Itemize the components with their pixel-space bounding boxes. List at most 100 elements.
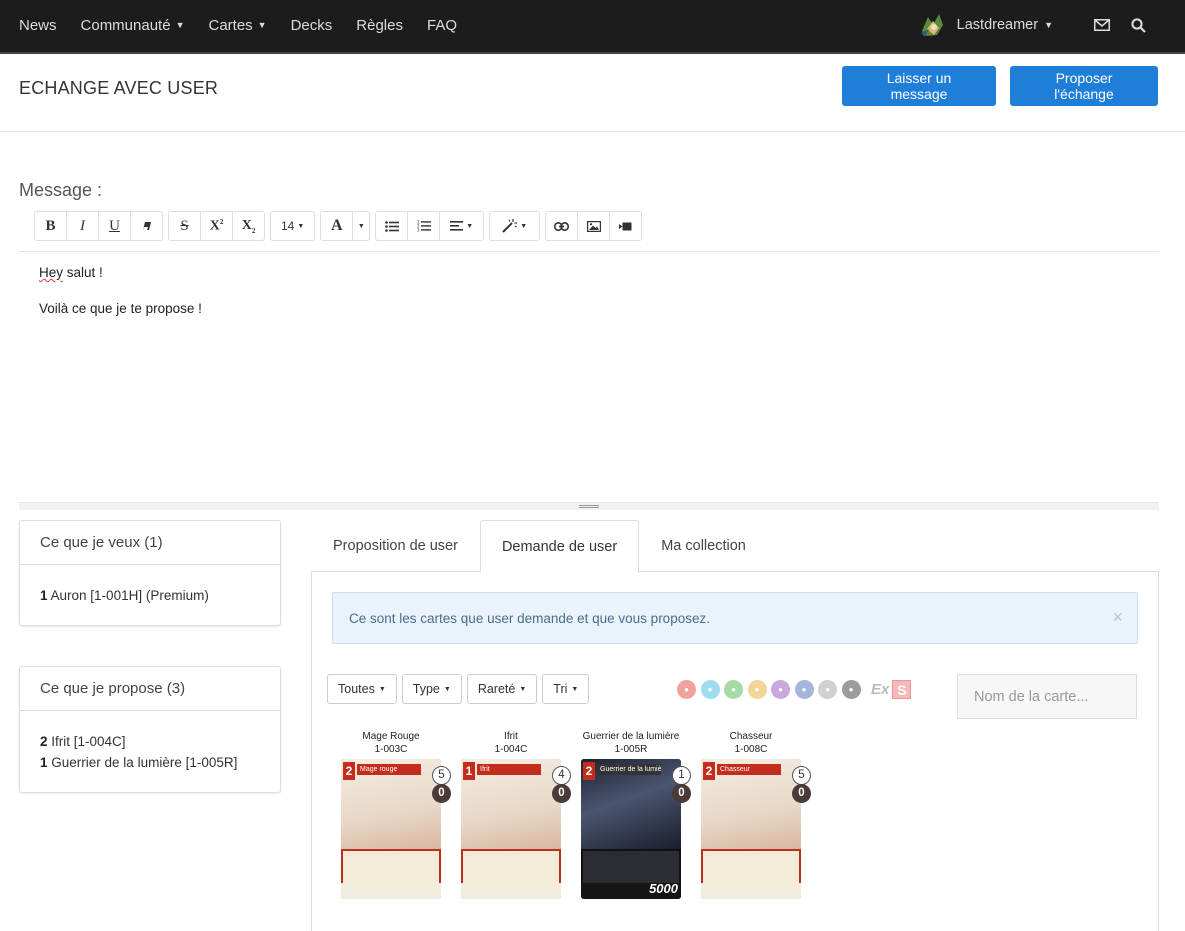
italic-icon: I bbox=[80, 217, 85, 234]
search-icon[interactable] bbox=[1129, 16, 1147, 34]
propose-exchange-button[interactable]: Proposer l'échange bbox=[1010, 66, 1158, 106]
editor-toolbar: B I U S X2 X2 14 ▼ A ▼ 123 ▼ ▼ bbox=[34, 211, 647, 241]
card-name: Ifrit bbox=[504, 731, 518, 742]
filter-label: Rareté bbox=[477, 682, 516, 696]
font-color-button[interactable]: A bbox=[320, 211, 354, 241]
card-image[interactable]: 2 Chasseur bbox=[701, 759, 801, 899]
underline-button[interactable]: U bbox=[98, 211, 131, 241]
card-name-search-input[interactable] bbox=[957, 674, 1137, 719]
nav-cartes[interactable]: Cartes ▼ bbox=[208, 17, 266, 34]
item-quantity: 2 bbox=[40, 734, 48, 749]
editor-resize-handle[interactable] bbox=[19, 502, 1159, 510]
insert-video-button[interactable] bbox=[609, 211, 643, 241]
nav-communaute[interactable]: Communauté ▼ bbox=[81, 17, 185, 34]
special-filter-icon[interactable]: S bbox=[892, 680, 912, 699]
ex-burst-filter-icon[interactable]: Ex bbox=[871, 681, 889, 698]
card-title: Guerrier de la lumière bbox=[597, 764, 661, 775]
card-item[interactable]: Guerrier de la lumière 1-005R 2 Guerrier de… bbox=[571, 730, 691, 899]
ordered-list-button[interactable]: 123 bbox=[407, 211, 441, 241]
fire-element-icon[interactable]: ● bbox=[677, 680, 696, 699]
message-editor[interactable]: Hey salut ! Voilà ce que je te propose ! bbox=[19, 251, 1159, 503]
insert-link-button[interactable] bbox=[545, 211, 579, 241]
nav-faq[interactable]: FAQ bbox=[427, 17, 457, 34]
nav-news-label: News bbox=[19, 16, 57, 34]
subscript-button[interactable]: X2 bbox=[232, 211, 265, 241]
card-text-box bbox=[343, 851, 439, 883]
item-label: Guerrier de la lumière [1-005R] bbox=[51, 755, 238, 770]
nav-decks[interactable]: Decks bbox=[291, 17, 333, 34]
item-quantity: 1 bbox=[40, 755, 48, 770]
filter-sort-dropdown[interactable]: Tri ▼ bbox=[542, 674, 590, 704]
clear-format-button[interactable] bbox=[130, 211, 163, 241]
font-size-dropdown[interactable]: 14 ▼ bbox=[270, 211, 316, 241]
font-color-dropdown[interactable]: ▼ bbox=[352, 211, 371, 241]
want-panel: Ce que je veux (1) 1 Auron [1-001H] (Pre… bbox=[19, 520, 281, 626]
card-item[interactable]: Mage Rouge 1-003C 2 Mage rouge 5 0 bbox=[331, 730, 451, 899]
card-text-box bbox=[703, 851, 799, 883]
chevron-down-icon: ▼ bbox=[297, 222, 305, 230]
tab-demande[interactable]: Demande de user bbox=[479, 520, 640, 573]
nav-regles[interactable]: Règles bbox=[356, 17, 403, 34]
bold-button[interactable]: B bbox=[34, 211, 67, 241]
light-element-icon[interactable]: ● bbox=[818, 680, 837, 699]
filter-rarity-dropdown[interactable]: Rareté ▼ bbox=[466, 674, 538, 704]
propose-panel: Ce que je propose (3) 2 Ifrit [1-004C] 1… bbox=[19, 666, 281, 793]
close-icon[interactable]: × bbox=[1112, 607, 1123, 628]
leave-message-button[interactable]: Laisser un message bbox=[842, 66, 996, 106]
nav-news[interactable]: News bbox=[19, 17, 57, 34]
card-image[interactable]: 2 Guerrier de la lumière 5000 bbox=[581, 759, 681, 899]
message-label: Message : bbox=[19, 180, 103, 200]
available-count-badge: 1 bbox=[672, 766, 691, 785]
tab-bar: Proposition de user Demande de user Ma c… bbox=[311, 520, 1159, 573]
nav-faq-label: FAQ bbox=[426, 16, 457, 34]
mail-icon[interactable] bbox=[1093, 16, 1111, 34]
tab-collection[interactable]: Ma collection bbox=[639, 520, 768, 572]
style-button-group: B I U bbox=[34, 211, 163, 241]
dark-element-icon[interactable]: ● bbox=[841, 680, 861, 699]
item-label: Ifrit [1-004C] bbox=[51, 734, 126, 749]
available-count-badge: 5 bbox=[432, 766, 451, 785]
card-cost: 2 bbox=[343, 762, 355, 780]
water-element-icon[interactable]: ● bbox=[794, 680, 814, 699]
filter-type-dropdown[interactable]: Type ▼ bbox=[401, 674, 462, 704]
card-item[interactable]: Chasseur 1-008C 2 Chasseur 5 0 bbox=[691, 730, 811, 899]
card-title: Ifrit bbox=[477, 764, 541, 775]
card-title: Chasseur bbox=[717, 764, 781, 775]
trade-count-badge[interactable]: 0 bbox=[792, 784, 811, 803]
italic-button[interactable]: I bbox=[66, 211, 99, 241]
strikethrough-button[interactable]: S bbox=[168, 211, 201, 241]
style-dropdown[interactable]: ▼ bbox=[489, 211, 541, 241]
card-image[interactable]: 2 Mage rouge bbox=[341, 759, 441, 899]
trade-count-badge[interactable]: 0 bbox=[672, 784, 691, 803]
trade-count-badge[interactable]: 0 bbox=[432, 784, 451, 803]
card-image[interactable]: 1 Ifrit bbox=[461, 759, 561, 899]
magic-wand-icon bbox=[502, 219, 518, 233]
script-button-group: S X2 X2 bbox=[168, 211, 265, 241]
chevron-down-icon: ▼ bbox=[466, 222, 474, 230]
card-power: 5000 bbox=[649, 881, 678, 896]
card-item[interactable]: Ifrit 1-004C 1 Ifrit 4 0 bbox=[451, 730, 571, 899]
message-line: Voilà ce que je te propose ! bbox=[39, 301, 202, 316]
filter-all-dropdown[interactable]: Toutes ▼ bbox=[327, 674, 397, 704]
page-title: ECHANGE AVEC USER bbox=[19, 78, 219, 98]
card-cost: 1 bbox=[463, 762, 475, 780]
want-panel-body: 1 Auron [1-001H] (Premium) bbox=[20, 565, 280, 626]
trade-count-badge[interactable]: 0 bbox=[552, 784, 571, 803]
user-menu[interactable]: Lastdreamer ▼ bbox=[957, 17, 1053, 33]
card-code: 1-004C bbox=[494, 744, 528, 755]
unordered-list-button[interactable] bbox=[375, 211, 409, 241]
card-name: Mage Rouge bbox=[362, 731, 420, 742]
earth-element-icon[interactable]: ● bbox=[747, 680, 767, 699]
subscript-icon: X2 bbox=[241, 217, 256, 235]
wind-element-icon[interactable]: ● bbox=[724, 680, 743, 699]
avatar[interactable] bbox=[919, 11, 947, 39]
ice-element-icon[interactable]: ● bbox=[700, 680, 720, 699]
superscript-button[interactable]: X2 bbox=[200, 211, 233, 241]
align-dropdown[interactable]: ▼ bbox=[439, 211, 485, 241]
tab-proposition[interactable]: Proposition de user bbox=[311, 520, 480, 572]
lightning-element-icon[interactable]: ● bbox=[771, 680, 790, 699]
page-header: ECHANGE AVEC USER Laisser un message Pro… bbox=[0, 56, 1185, 132]
insert-image-button[interactable] bbox=[577, 211, 611, 241]
card-footer bbox=[461, 883, 561, 899]
card-text-box bbox=[463, 851, 559, 883]
